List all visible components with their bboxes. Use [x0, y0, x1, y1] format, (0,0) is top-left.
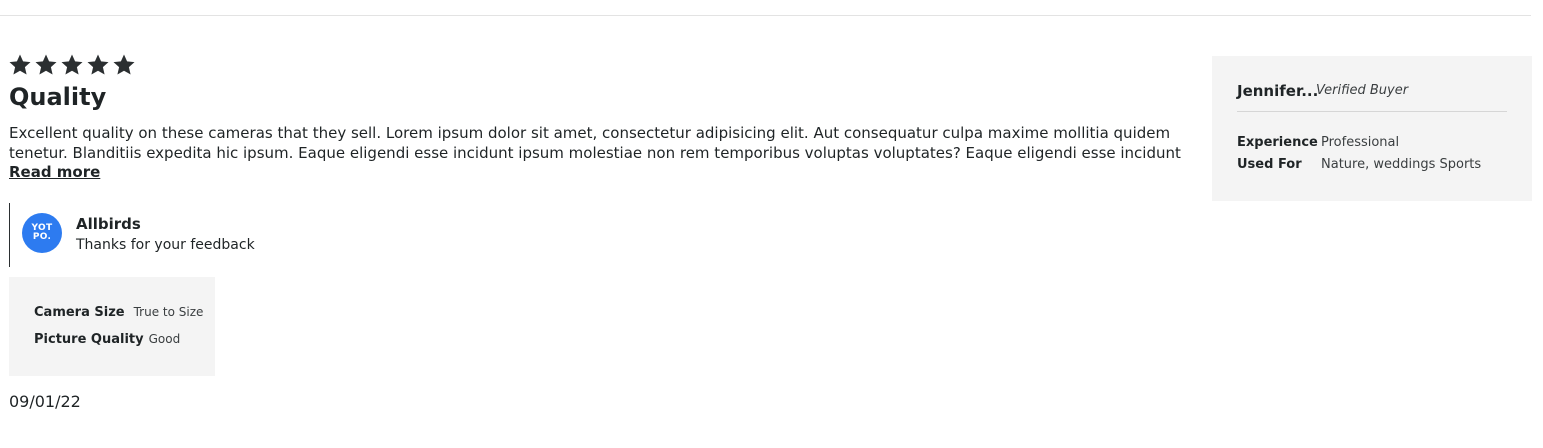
review-date: 09/01/22 — [9, 392, 81, 411]
attribute-value: True to Size — [133, 305, 204, 319]
read-more-link[interactable]: Read more — [9, 163, 100, 181]
detail-value: Nature, weddings Sports — [1321, 157, 1482, 172]
detail-value: Professional — [1321, 135, 1400, 150]
detail-label: Experience — [1237, 135, 1318, 150]
review-title: Quality — [9, 83, 107, 111]
logo-text-bottom: PO. — [32, 232, 52, 242]
attribute-value: Good — [148, 332, 181, 346]
panel-divider — [1237, 111, 1507, 112]
star-icon — [34, 53, 58, 77]
attribute-label: Picture Quality — [34, 332, 144, 347]
reviewer-experience: Experience Professional — [1237, 135, 1399, 150]
reviewer-used-for: Used For Nature, weddings Sports — [1237, 157, 1481, 172]
top-divider — [0, 15, 1531, 16]
star-icon — [8, 53, 32, 77]
star-icon — [60, 53, 84, 77]
attribute-label: Camera Size — [34, 305, 125, 320]
product-attributes: Camera Size True to Size Picture Quality… — [9, 277, 215, 376]
attribute-picture-quality: Picture Quality Good — [34, 332, 180, 347]
verified-buyer-badge: Verified Buyer — [1316, 83, 1409, 98]
star-rating — [8, 53, 136, 77]
reviewer-panel: Jennifer... Verified Buyer Experience Pro… — [1212, 56, 1532, 201]
star-icon — [86, 53, 110, 77]
attribute-camera-size: Camera Size True to Size — [34, 305, 203, 320]
star-icon — [112, 53, 136, 77]
reply-message: Thanks for your feedback — [76, 237, 255, 253]
reply-author: Allbirds — [76, 215, 141, 233]
review-body: Excellent quality on these cameras that … — [9, 124, 1181, 162]
store-reply: YOT PO. Allbirds Thanks for your feedbac… — [9, 203, 270, 267]
detail-label: Used For — [1237, 157, 1302, 172]
yotpo-logo: YOT PO. — [22, 213, 62, 253]
reviewer-name: Jennifer... — [1237, 82, 1319, 100]
